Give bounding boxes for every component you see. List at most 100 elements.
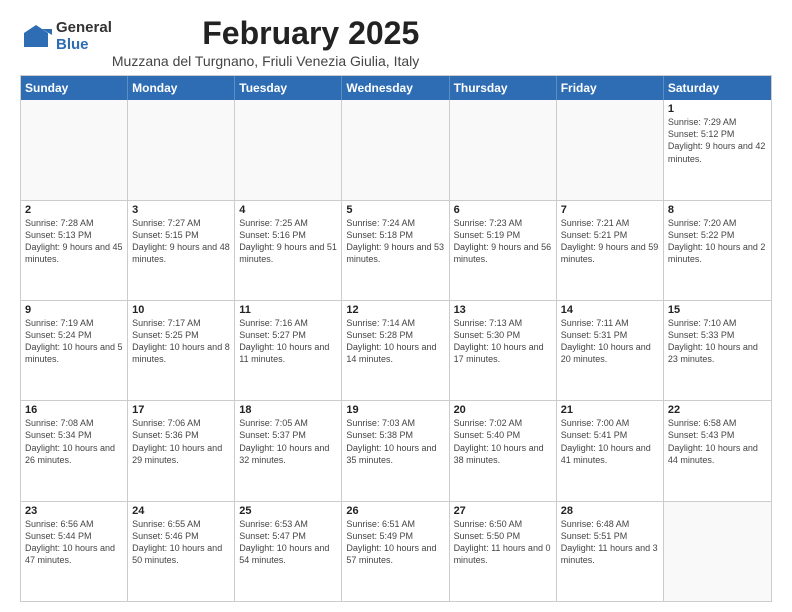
day-number: 16 [25,404,123,416]
day-info: Sunrise: 7:11 AM Sunset: 5:31 PM Dayligh… [561,317,659,366]
day-info: Sunrise: 7:21 AM Sunset: 5:21 PM Dayligh… [561,217,659,266]
calendar-cell: 3Sunrise: 7:27 AM Sunset: 5:15 PM Daylig… [128,201,235,300]
day-info: Sunrise: 7:05 AM Sunset: 5:37 PM Dayligh… [239,417,337,466]
day-number: 27 [454,505,552,517]
day-number: 19 [346,404,444,416]
header: General Blue February 2025 Muzzana del T… [20,16,772,69]
day-info: Sunrise: 7:29 AM Sunset: 5:12 PM Dayligh… [668,116,767,165]
calendar-cell: 21Sunrise: 7:00 AM Sunset: 5:41 PM Dayli… [557,401,664,500]
day-number: 18 [239,404,337,416]
month-title: February 2025 [112,16,419,51]
calendar-cell [557,100,664,199]
day-info: Sunrise: 6:48 AM Sunset: 5:51 PM Dayligh… [561,518,659,567]
calendar-header: SundayMondayTuesdayWednesdayThursdayFrid… [21,76,771,100]
calendar-row: 16Sunrise: 7:08 AM Sunset: 5:34 PM Dayli… [21,400,771,500]
calendar-cell: 4Sunrise: 7:25 AM Sunset: 5:16 PM Daylig… [235,201,342,300]
day-number: 22 [668,404,767,416]
calendar-row: 2Sunrise: 7:28 AM Sunset: 5:13 PM Daylig… [21,200,771,300]
day-number: 13 [454,304,552,316]
calendar-row: 1Sunrise: 7:29 AM Sunset: 5:12 PM Daylig… [21,100,771,199]
weekday-header: Thursday [450,76,557,100]
day-info: Sunrise: 6:58 AM Sunset: 5:43 PM Dayligh… [668,417,767,466]
calendar-cell: 7Sunrise: 7:21 AM Sunset: 5:21 PM Daylig… [557,201,664,300]
day-number: 14 [561,304,659,316]
calendar-cell: 5Sunrise: 7:24 AM Sunset: 5:18 PM Daylig… [342,201,449,300]
day-number: 25 [239,505,337,517]
calendar-cell [664,502,771,601]
day-number: 3 [132,204,230,216]
page: General Blue February 2025 Muzzana del T… [0,0,792,612]
calendar-cell: 6Sunrise: 7:23 AM Sunset: 5:19 PM Daylig… [450,201,557,300]
calendar-row: 23Sunrise: 6:56 AM Sunset: 5:44 PM Dayli… [21,501,771,601]
calendar-cell [342,100,449,199]
day-info: Sunrise: 6:51 AM Sunset: 5:49 PM Dayligh… [346,518,444,567]
day-number: 21 [561,404,659,416]
weekday-header: Saturday [664,76,771,100]
day-number: 9 [25,304,123,316]
calendar-cell: 15Sunrise: 7:10 AM Sunset: 5:33 PM Dayli… [664,301,771,400]
weekday-header: Wednesday [342,76,449,100]
day-info: Sunrise: 7:27 AM Sunset: 5:15 PM Dayligh… [132,217,230,266]
day-number: 2 [25,204,123,216]
weekday-header: Monday [128,76,235,100]
logo-text: General Blue [56,20,112,53]
weekday-header: Tuesday [235,76,342,100]
day-info: Sunrise: 7:10 AM Sunset: 5:33 PM Dayligh… [668,317,767,366]
day-info: Sunrise: 7:00 AM Sunset: 5:41 PM Dayligh… [561,417,659,466]
title-block: February 2025 Muzzana del Turgnano, Friu… [112,16,419,69]
day-info: Sunrise: 7:20 AM Sunset: 5:22 PM Dayligh… [668,217,767,266]
calendar-cell: 14Sunrise: 7:11 AM Sunset: 5:31 PM Dayli… [557,301,664,400]
day-info: Sunrise: 7:28 AM Sunset: 5:13 PM Dayligh… [25,217,123,266]
calendar-cell [128,100,235,199]
calendar-cell: 26Sunrise: 6:51 AM Sunset: 5:49 PM Dayli… [342,502,449,601]
day-number: 6 [454,204,552,216]
day-info: Sunrise: 7:16 AM Sunset: 5:27 PM Dayligh… [239,317,337,366]
day-number: 28 [561,505,659,517]
calendar-cell: 18Sunrise: 7:05 AM Sunset: 5:37 PM Dayli… [235,401,342,500]
calendar-cell: 19Sunrise: 7:03 AM Sunset: 5:38 PM Dayli… [342,401,449,500]
day-number: 17 [132,404,230,416]
day-number: 4 [239,204,337,216]
logo-icon [20,21,52,53]
calendar-cell: 10Sunrise: 7:17 AM Sunset: 5:25 PM Dayli… [128,301,235,400]
day-info: Sunrise: 6:56 AM Sunset: 5:44 PM Dayligh… [25,518,123,567]
calendar-cell: 8Sunrise: 7:20 AM Sunset: 5:22 PM Daylig… [664,201,771,300]
calendar-cell: 16Sunrise: 7:08 AM Sunset: 5:34 PM Dayli… [21,401,128,500]
location-title: Muzzana del Turgnano, Friuli Venezia Giu… [112,53,419,69]
calendar-cell: 22Sunrise: 6:58 AM Sunset: 5:43 PM Dayli… [664,401,771,500]
calendar: SundayMondayTuesdayWednesdayThursdayFrid… [20,75,772,602]
calendar-cell: 1Sunrise: 7:29 AM Sunset: 5:12 PM Daylig… [664,100,771,199]
day-info: Sunrise: 6:55 AM Sunset: 5:46 PM Dayligh… [132,518,230,567]
calendar-cell: 23Sunrise: 6:56 AM Sunset: 5:44 PM Dayli… [21,502,128,601]
day-info: Sunrise: 7:17 AM Sunset: 5:25 PM Dayligh… [132,317,230,366]
calendar-cell [235,100,342,199]
calendar-cell: 28Sunrise: 6:48 AM Sunset: 5:51 PM Dayli… [557,502,664,601]
calendar-cell [21,100,128,199]
day-info: Sunrise: 7:14 AM Sunset: 5:28 PM Dayligh… [346,317,444,366]
day-number: 12 [346,304,444,316]
day-number: 23 [25,505,123,517]
day-number: 8 [668,204,767,216]
day-number: 11 [239,304,337,316]
day-info: Sunrise: 6:50 AM Sunset: 5:50 PM Dayligh… [454,518,552,567]
day-info: Sunrise: 7:08 AM Sunset: 5:34 PM Dayligh… [25,417,123,466]
day-number: 15 [668,304,767,316]
calendar-cell: 27Sunrise: 6:50 AM Sunset: 5:50 PM Dayli… [450,502,557,601]
logo-blue: Blue [56,37,112,54]
day-number: 1 [668,103,767,115]
day-info: Sunrise: 7:02 AM Sunset: 5:40 PM Dayligh… [454,417,552,466]
weekday-header: Sunday [21,76,128,100]
day-info: Sunrise: 7:24 AM Sunset: 5:18 PM Dayligh… [346,217,444,266]
calendar-cell: 11Sunrise: 7:16 AM Sunset: 5:27 PM Dayli… [235,301,342,400]
weekday-header: Friday [557,76,664,100]
calendar-row: 9Sunrise: 7:19 AM Sunset: 5:24 PM Daylig… [21,300,771,400]
day-info: Sunrise: 7:25 AM Sunset: 5:16 PM Dayligh… [239,217,337,266]
day-info: Sunrise: 7:03 AM Sunset: 5:38 PM Dayligh… [346,417,444,466]
day-number: 10 [132,304,230,316]
calendar-cell [450,100,557,199]
day-info: Sunrise: 7:19 AM Sunset: 5:24 PM Dayligh… [25,317,123,366]
calendar-cell: 9Sunrise: 7:19 AM Sunset: 5:24 PM Daylig… [21,301,128,400]
logo-general: General [56,20,112,37]
day-number: 5 [346,204,444,216]
day-info: Sunrise: 7:23 AM Sunset: 5:19 PM Dayligh… [454,217,552,266]
